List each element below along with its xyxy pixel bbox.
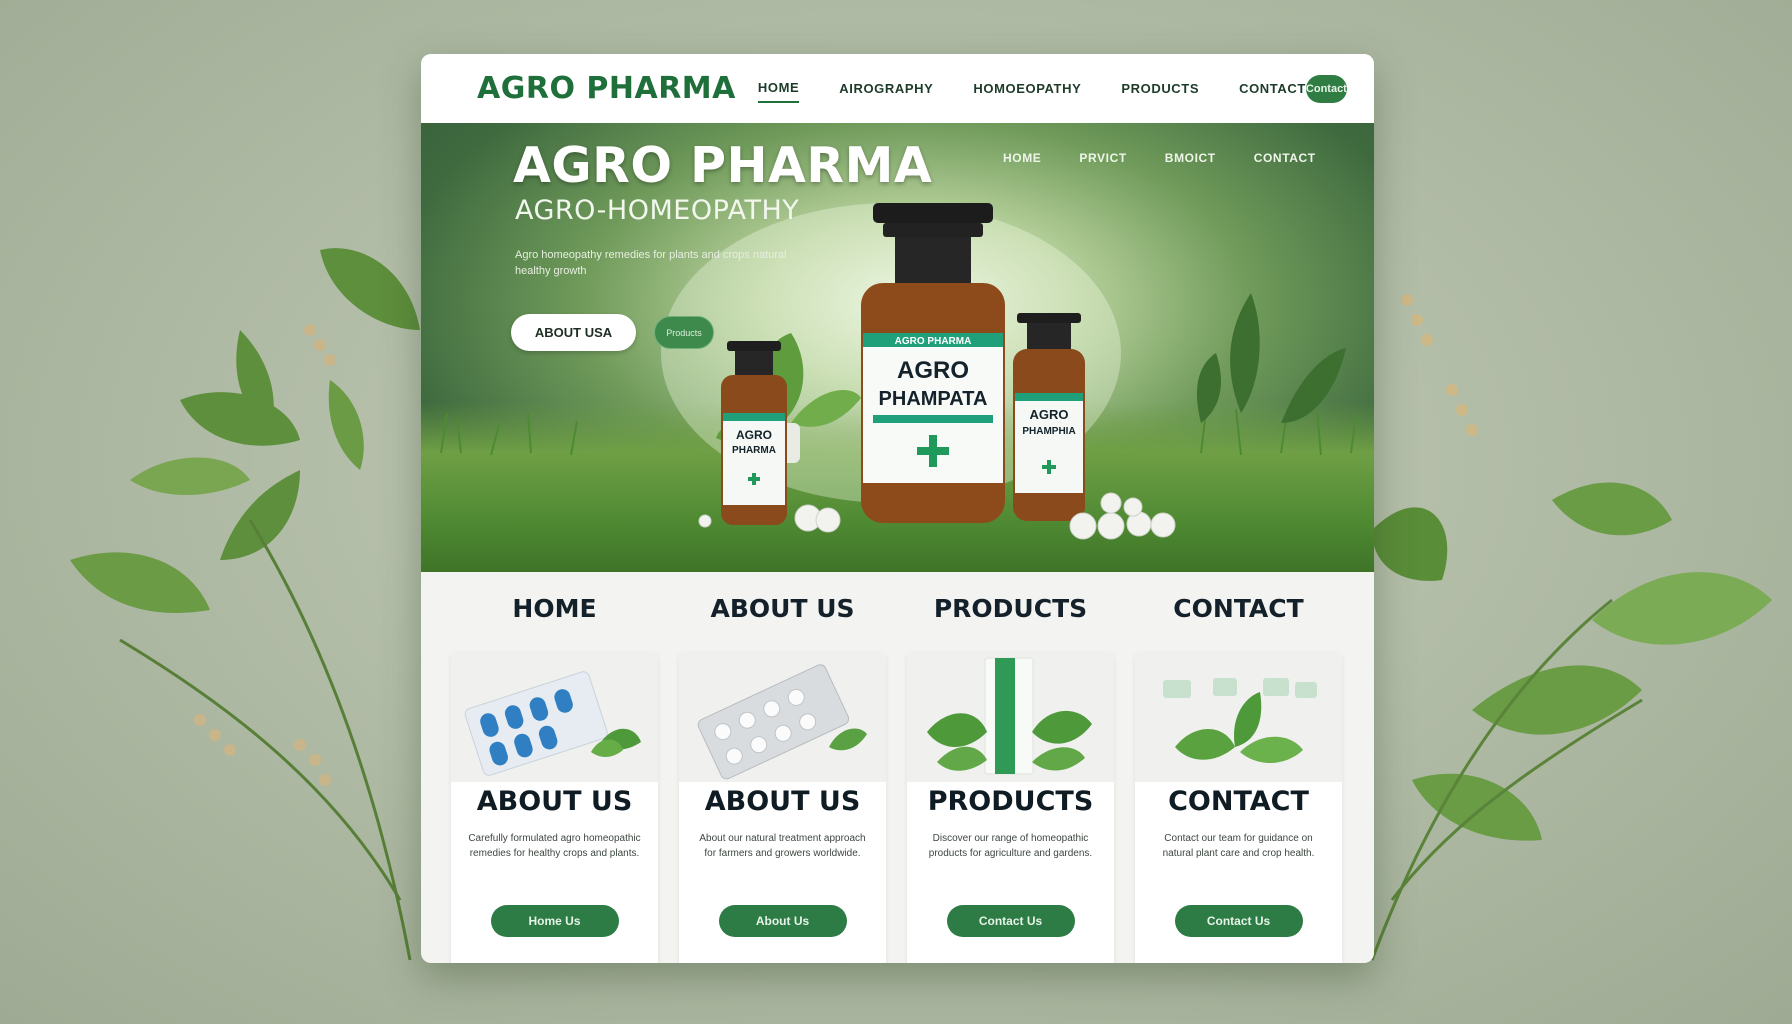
nav-link-home[interactable]: HOME — [757, 80, 800, 103]
left-bottle-label-1: AGRO — [736, 428, 772, 442]
website-frame: AGRO PHARMA HOME AIROGRAPHY HOMOEOPATHY … — [421, 54, 1374, 963]
home-us-button[interactable]: Home Us — [490, 905, 619, 937]
info-card: ABOUT US Carefully formulated agro homeo… — [451, 652, 658, 963]
hero-title: AGRO PHARMA — [513, 137, 933, 194]
big-bottle-brand: AGRO PHARMA — [895, 336, 972, 347]
info-card: PRODUCTS Discover our range of homeopath… — [907, 652, 1114, 963]
nav-link-contact[interactable]: CONTACT — [1239, 81, 1306, 102]
big-bottle-label-2: PHAMPATA — [879, 388, 988, 410]
hero-subtitle: AGRO-HOMEOPATHY — [515, 195, 800, 226]
nav-link-products[interactable]: PRODUCTS — [1121, 81, 1199, 102]
big-bottle-label-1: AGRO — [897, 357, 969, 384]
contact-cta-button[interactable]: Contact — [1305, 74, 1347, 103]
contact-us-button[interactable]: Contact Us — [946, 905, 1075, 937]
blister-pack-blue-pills-image — [451, 652, 658, 782]
section-heading[interactable]: HOME — [512, 594, 596, 630]
contact-us-button[interactable]: Contact Us — [1174, 905, 1303, 937]
nav-link-homoeopathy[interactable]: HOMOEOPATHY — [973, 81, 1081, 102]
section-about: ABOUT US ABOUT US About our natural trea… — [679, 572, 886, 963]
foliage-right-decoration — [1370, 294, 1772, 961]
blister-pack-white-pills-image — [679, 652, 886, 782]
hero-nav-bmoict[interactable]: BMOICT — [1165, 151, 1216, 165]
about-us-card-button[interactable]: About Us — [718, 905, 847, 937]
left-bottle-label-2: PHARMA — [732, 445, 776, 456]
hero-description: Agro homeopathy remedies for plants and … — [515, 249, 787, 277]
hero-nav-contact[interactable]: CONTACT — [1254, 151, 1316, 165]
hero-nav-prvict[interactable]: PRVICT — [1079, 151, 1126, 165]
products-pill-button[interactable]: Products — [654, 316, 714, 349]
section-products: PRODUCTS PRODUCTS Discover our range of … — [907, 572, 1114, 963]
card-title: ABOUT US — [476, 786, 633, 817]
card-text: Contact our team for guidance on natural… — [1162, 833, 1315, 859]
product-box-with-leaves-image — [907, 652, 1114, 782]
right-bottle-label-2: PHAMPHIA — [1022, 426, 1075, 437]
right-bottle-label-1: AGRO — [1030, 407, 1069, 422]
hero-banner: AGRO PHARMA AGRO PHARMA AGRO PHAMPATA AG… — [421, 123, 1374, 572]
hero-nav-home[interactable]: HOME — [1003, 151, 1041, 165]
about-us-button[interactable]: ABOUT USA — [511, 314, 636, 351]
top-navbar: AGRO PHARMA HOME AIROGRAPHY HOMOEOPATHY … — [421, 54, 1374, 123]
card-text: Discover our range of homeopathic produc… — [928, 833, 1093, 859]
nav-link-airography[interactable]: AIROGRAPHY — [839, 81, 933, 102]
brand-logo-text[interactable]: AGRO PHARMA — [477, 71, 736, 106]
hero-nav: HOME PRVICT BMOICT CONTACT — [1003, 151, 1316, 165]
section-heading[interactable]: CONTACT — [1173, 594, 1303, 630]
section-contact: CONTACT CONTACT Contact our team for gui… — [1135, 572, 1342, 963]
info-card: ABOUT US About our natural treatment app… — [679, 652, 886, 963]
card-title: CONTACT — [1168, 786, 1309, 817]
card-title: ABOUT US — [704, 786, 861, 817]
info-card: CONTACT Contact our team for guidance on… — [1135, 652, 1342, 963]
section-heading[interactable]: ABOUT US — [710, 594, 854, 630]
foliage-left-decoration — [70, 248, 420, 961]
section-home: HOME ABOUT US Carefully formulated agro … — [451, 572, 658, 963]
section-heading[interactable]: PRODUCTS — [934, 594, 1087, 630]
card-text: Carefully formulated agro homeopathic re… — [468, 833, 641, 859]
main-nav: HOME AIROGRAPHY HOMOEOPATHY PRODUCTS CON… — [757, 77, 1306, 103]
section-grid: HOME ABOUT US Carefully formulated agro … — [421, 572, 1374, 963]
card-text: About our natural treatment approach for… — [699, 833, 866, 859]
herbal-leaves-image — [1135, 652, 1342, 782]
card-title: PRODUCTS — [927, 786, 1094, 817]
